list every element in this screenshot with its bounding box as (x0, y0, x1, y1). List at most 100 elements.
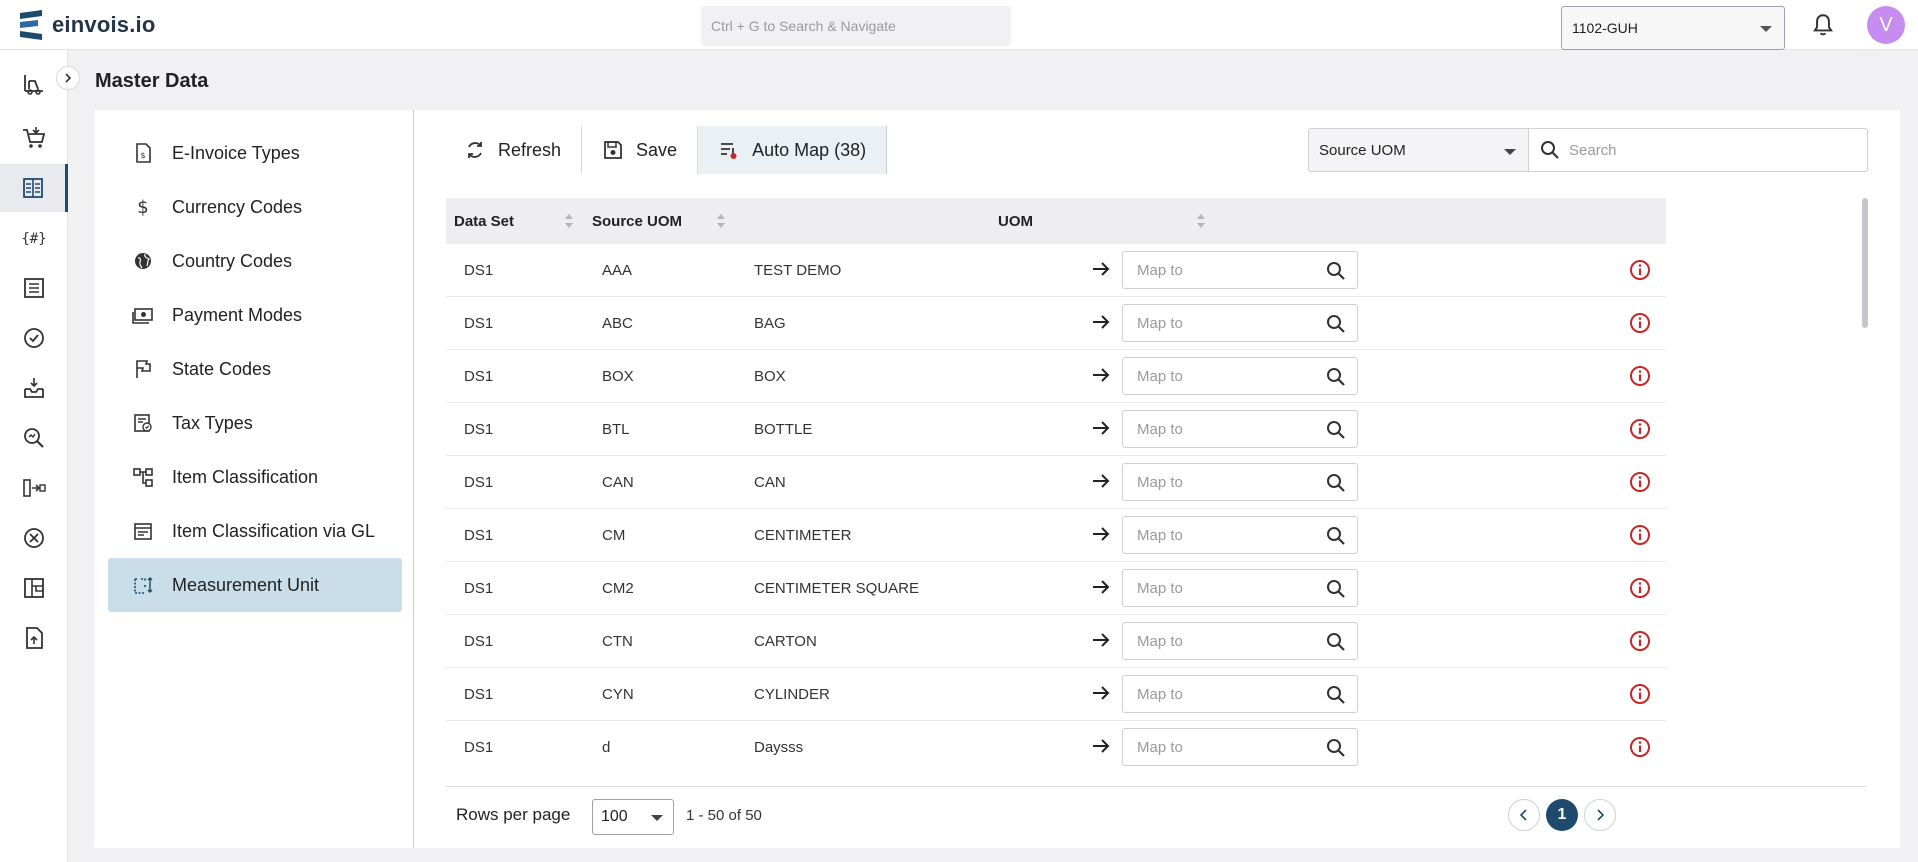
info-icon[interactable] (1628, 629, 1652, 653)
uom-mapping-table: Data Set Source UOM UOM DS1 AAA TEST DEMO M… (446, 198, 1666, 768)
search-icon[interactable] (1325, 631, 1347, 653)
cancel-icon (24, 528, 44, 548)
map-to-input[interactable]: Map to (1122, 410, 1358, 448)
search-input[interactable]: Search (1528, 128, 1868, 172)
auto-map-button[interactable]: Auto Map (38) (698, 126, 888, 174)
map-to-placeholder: Map to (1137, 261, 1183, 279)
table-row: DS1 CM CENTIMETER Map to (446, 509, 1666, 562)
search-icon[interactable] (1325, 684, 1347, 706)
map-to-input[interactable]: Map to (1122, 675, 1358, 713)
menu-item-e-invoice-types[interactable]: $ E-Invoice Types (108, 126, 402, 180)
menu-item-item-classification[interactable]: Item Classification (108, 450, 402, 504)
rail-dashboard[interactable] (0, 564, 68, 612)
search-icon[interactable] (1325, 525, 1347, 547)
search-icon[interactable] (1325, 366, 1347, 388)
company-select[interactable]: 1102-GUH (1561, 6, 1785, 50)
info-icon[interactable] (1628, 576, 1652, 600)
map-to-input[interactable]: Map to (1122, 304, 1358, 342)
sort-icon[interactable] (1196, 212, 1206, 230)
menu-item-tax-types[interactable]: Tax Types (108, 396, 402, 450)
rail-inbox[interactable] (0, 364, 68, 412)
map-to-input[interactable]: Map to (1122, 251, 1358, 289)
arrow-right-icon (1093, 580, 1110, 594)
rows-per-page-select[interactable]: 100 (592, 799, 674, 835)
map-to-input[interactable]: Map to (1122, 569, 1358, 607)
info-icon[interactable] (1628, 682, 1652, 706)
search-icon[interactable] (1325, 260, 1347, 282)
rail-file-upload[interactable] (0, 614, 68, 662)
rail-cancel[interactable] (0, 514, 68, 562)
menu-item-state-codes[interactable]: State Codes (108, 342, 402, 396)
table-scrollbar[interactable] (1862, 198, 1868, 768)
menu-item-country-codes[interactable]: Country Codes (108, 234, 402, 288)
rail-ledger[interactable] (0, 164, 68, 212)
filter-field-select[interactable]: Source UOM (1308, 128, 1528, 172)
rail-expand-button[interactable] (56, 66, 80, 90)
info-icon[interactable] (1628, 311, 1652, 335)
column-header-uom[interactable]: UOM (998, 198, 1033, 244)
menu-item-label: Item Classification (172, 466, 319, 487)
rail-transfer[interactable] (0, 464, 68, 512)
menu-item-payment-modes[interactable]: Payment Modes (108, 288, 402, 342)
rail-zoom[interactable] (0, 414, 68, 462)
next-page-button[interactable] (1584, 799, 1616, 831)
map-to-input[interactable]: Map to (1122, 357, 1358, 395)
source-code-cell: CM (602, 527, 626, 544)
column-header-data-set[interactable]: Data Set (454, 198, 514, 244)
current-page-button[interactable]: 1 (1546, 799, 1578, 831)
global-search-input[interactable]: Ctrl + G to Search & Navigate (701, 6, 1011, 46)
menu-item-label: Item Classification via GL (172, 520, 376, 541)
map-to-placeholder: Map to (1137, 473, 1183, 491)
source-description-cell: Daysss (754, 739, 804, 756)
chevron-left-icon (1519, 809, 1527, 821)
hierarchy-icon (133, 468, 153, 487)
chevron-right-icon (65, 73, 72, 83)
caret-down-icon (1504, 149, 1516, 155)
info-icon[interactable] (1628, 523, 1652, 547)
rail-cart[interactable] (0, 114, 68, 162)
rail-list[interactable] (0, 264, 68, 312)
map-to-input[interactable]: Map to (1122, 516, 1358, 554)
sort-icon[interactable] (564, 212, 574, 230)
save-button[interactable]: Save (582, 126, 699, 174)
sort-icon[interactable] (716, 212, 726, 230)
info-icon[interactable] (1628, 735, 1652, 759)
menu-item-item-classification-via-gl[interactable]: Item Classification via GL (108, 504, 402, 558)
measure-icon (134, 577, 153, 594)
toolbar: Refresh Save Auto Map (38) (444, 126, 888, 174)
source-description-cell: BAG (754, 315, 786, 332)
info-icon[interactable] (1628, 470, 1652, 494)
search-icon[interactable] (1325, 737, 1347, 759)
source-description-cell: CENTIMETER SQUARE (754, 580, 920, 597)
search-icon (1541, 141, 1559, 159)
arrow-right-icon (1093, 262, 1110, 276)
cart-icon (23, 127, 46, 148)
scrollbar-thumb[interactable] (1862, 198, 1868, 328)
bell-icon[interactable] (1810, 12, 1836, 38)
map-to-input[interactable]: Map to (1122, 463, 1358, 501)
info-icon[interactable] (1628, 258, 1652, 282)
rail-check[interactable] (0, 314, 68, 362)
search-icon[interactable] (1325, 419, 1347, 441)
refresh-button[interactable]: Refresh (444, 126, 583, 174)
column-header-source-uom[interactable]: Source UOM (592, 198, 682, 244)
caret-down-icon (651, 815, 663, 821)
avatar[interactable]: V (1867, 6, 1905, 44)
menu-item-currency-codes[interactable]: $ Currency Codes (108, 180, 402, 234)
search-icon[interactable] (1325, 472, 1347, 494)
dataset-cell: DS1 (464, 527, 494, 544)
map-to-input[interactable]: Map to (1122, 622, 1358, 660)
menu-item-measurement-unit[interactable]: Measurement Unit (108, 558, 402, 612)
transfer-icon (23, 479, 46, 497)
table-row: DS1 d Daysss Map to (446, 721, 1666, 768)
search-icon[interactable] (1325, 313, 1347, 335)
search-icon[interactable] (1325, 578, 1347, 600)
table-row: DS1 BOX BOX Map to (446, 350, 1666, 403)
prev-page-button[interactable] (1508, 799, 1540, 831)
brand[interactable]: einvois.io (18, 10, 155, 40)
map-to-input[interactable]: Map to (1122, 728, 1358, 766)
info-icon[interactable] (1628, 364, 1652, 388)
rail-hash[interactable]: {#} (0, 214, 68, 262)
info-icon[interactable] (1628, 417, 1652, 441)
table-row: DS1 CAN CAN Map to (446, 456, 1666, 509)
